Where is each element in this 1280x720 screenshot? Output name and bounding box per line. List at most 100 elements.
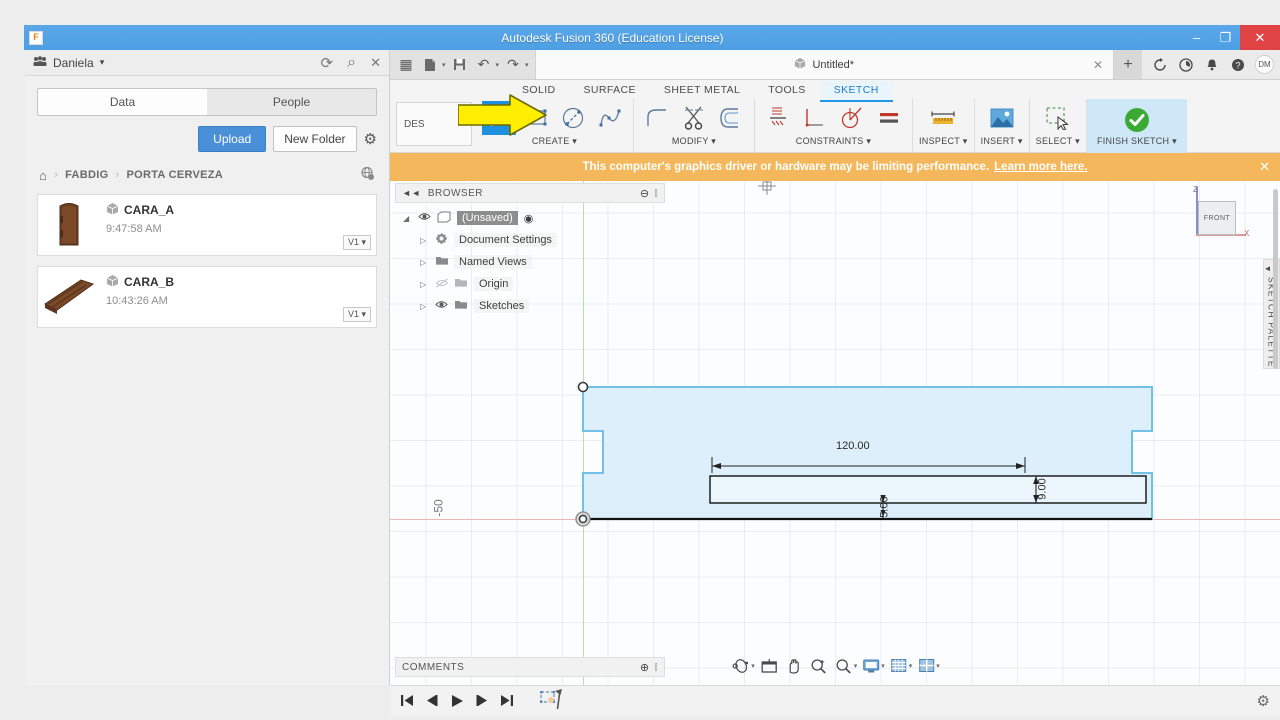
gear-icon[interactable]: ⚙ bbox=[1257, 692, 1270, 710]
activate-radio-icon[interactable]: ◉ bbox=[524, 212, 534, 225]
save-icon[interactable] bbox=[450, 55, 470, 75]
chevron-down-icon[interactable]: ▾ bbox=[751, 662, 755, 670]
select-tool[interactable] bbox=[1041, 101, 1075, 135]
dimension-width[interactable]: 120.00 bbox=[836, 440, 870, 452]
timeline-go-to-end[interactable] bbox=[500, 693, 514, 709]
visibility-icon[interactable] bbox=[418, 212, 431, 224]
timeline-go-to-beginning[interactable] bbox=[400, 693, 414, 709]
timeline-sketch-feature[interactable] bbox=[539, 688, 565, 712]
timeline-play[interactable] bbox=[450, 693, 464, 709]
chevron-down-icon[interactable]: ▾ bbox=[881, 662, 885, 670]
ribbon-group-label-constraints[interactable]: CONSTRAINTS ▾ bbox=[796, 136, 871, 147]
refresh-icon[interactable] bbox=[1148, 53, 1172, 77]
grid-snaps-icon[interactable] bbox=[888, 655, 910, 677]
chevron-down-icon[interactable]: ▾ bbox=[909, 662, 913, 670]
zoom-icon[interactable] bbox=[833, 655, 855, 677]
minimize-button[interactable]: – bbox=[1182, 25, 1211, 50]
list-item[interactable]: CARA_B 10:43:26 AM V1 ▾ bbox=[37, 266, 377, 328]
tab-data[interactable]: Data bbox=[38, 89, 207, 115]
close-icon[interactable]: ✕ bbox=[1259, 159, 1270, 175]
visibility-icon[interactable] bbox=[435, 300, 448, 312]
offset-tool[interactable] bbox=[714, 101, 748, 135]
tab-people[interactable]: People bbox=[207, 89, 376, 115]
dimension-offset[interactable]: 5.00 bbox=[879, 496, 891, 517]
minimize-icon[interactable]: ⊖ bbox=[640, 187, 650, 200]
viewports-icon[interactable] bbox=[915, 655, 937, 677]
ribbon-group-label-inspect[interactable]: INSPECT ▾ bbox=[919, 136, 968, 147]
resize-handle[interactable]: ⫿ bbox=[655, 662, 658, 673]
redo-icon[interactable]: ↷ bbox=[503, 55, 523, 75]
document-tab[interactable]: Untitled* ✕ bbox=[534, 50, 1114, 79]
home-icon[interactable]: ⌂ bbox=[39, 168, 47, 183]
look-at-icon[interactable] bbox=[758, 655, 780, 677]
dimension-height[interactable]: 9.00 bbox=[1037, 478, 1049, 499]
timeline-step-back[interactable] bbox=[425, 693, 439, 709]
chevron-down-icon[interactable]: ▾ bbox=[936, 662, 940, 670]
sketch-canvas[interactable]: 120.00 9.00 5.00 -50 ◄◄ BROWSER ⊖ ⫿ ◢ (U… bbox=[390, 181, 1280, 685]
chevron-down-icon[interactable]: ▾ bbox=[496, 61, 500, 69]
ribbon-group-label-select[interactable]: SELECT ▾ bbox=[1036, 136, 1080, 147]
collapse-icon[interactable]: ◄◄ bbox=[402, 188, 421, 198]
tree-node-origin[interactable]: ▷ Origin bbox=[403, 273, 665, 295]
orbit-icon[interactable] bbox=[730, 655, 752, 677]
tree-node-sketches[interactable]: ▷ Sketches bbox=[403, 295, 665, 317]
resize-handle[interactable]: ⫿ bbox=[655, 188, 658, 199]
ribbon-group-label-modify[interactable]: MODIFY ▾ bbox=[672, 136, 716, 147]
tree-node-named-views[interactable]: ▷ Named Views bbox=[403, 251, 665, 273]
fillet-tool[interactable] bbox=[640, 101, 674, 135]
tree-node-unsaved[interactable]: ◢ (Unsaved) ◉ bbox=[403, 207, 665, 229]
list-item[interactable]: CARA_A 9:47:58 AM V1 ▾ bbox=[37, 194, 377, 256]
avatar[interactable]: DM bbox=[1255, 55, 1274, 74]
visibility-off-icon[interactable] bbox=[435, 278, 449, 291]
refresh-icon[interactable]: ⟳ bbox=[321, 54, 334, 72]
undo-icon[interactable]: ↶ bbox=[474, 55, 494, 75]
tangent-constraint[interactable] bbox=[835, 101, 869, 135]
new-folder-button[interactable]: New Folder bbox=[273, 126, 357, 152]
expander-icon[interactable]: ▷ bbox=[420, 236, 429, 245]
trim-tool[interactable] bbox=[677, 101, 711, 135]
tree-node-document-settings[interactable]: ▷ Document Settings bbox=[403, 229, 665, 251]
finish-sketch-button[interactable]: FINISH SKETCH ▾ bbox=[1086, 99, 1187, 153]
pan-icon[interactable] bbox=[783, 655, 805, 677]
add-comment-icon[interactable]: ⊕ bbox=[640, 661, 650, 674]
version-badge[interactable]: V1 ▾ bbox=[342, 307, 371, 322]
chevron-down-icon[interactable]: ▾ bbox=[525, 61, 529, 69]
expander-icon[interactable]: ▷ bbox=[420, 258, 429, 267]
ribbon-group-label-create[interactable]: CREATE ▾ bbox=[532, 136, 577, 147]
gear-icon[interactable]: ⚙ bbox=[364, 130, 377, 148]
new-tab-button[interactable]: + bbox=[1114, 50, 1142, 79]
mirror-constraint[interactable] bbox=[761, 101, 795, 135]
close-panel-icon[interactable]: ✕ bbox=[370, 55, 381, 71]
expander-icon[interactable]: ▷ bbox=[420, 302, 429, 311]
chevron-down-icon[interactable]: ▾ bbox=[442, 61, 446, 69]
user-menu[interactable]: Daniela ▾ bbox=[33, 56, 104, 70]
viewcube-face-front[interactable]: FRONT bbox=[1198, 201, 1236, 235]
expander-icon[interactable]: ▷ bbox=[420, 280, 429, 289]
search-icon[interactable]: ⌕ bbox=[347, 54, 356, 72]
breadcrumb-item-fabdig[interactable]: FABDIG bbox=[65, 169, 108, 181]
job-status-icon[interactable] bbox=[1174, 53, 1198, 77]
upload-button[interactable]: Upload bbox=[198, 126, 267, 152]
close-icon[interactable]: ✕ bbox=[1093, 58, 1103, 72]
circle-tool[interactable] bbox=[556, 101, 590, 135]
globe-icon[interactable] bbox=[360, 166, 375, 184]
comments-panel[interactable]: COMMENTS ⊕ ⫿ bbox=[395, 657, 665, 677]
timeline-step-forward[interactable] bbox=[475, 693, 489, 709]
close-button[interactable]: ✕ bbox=[1240, 25, 1280, 50]
learn-more-link[interactable]: Learn more here. bbox=[994, 161, 1087, 173]
app-grid-icon[interactable]: ▦ bbox=[396, 55, 416, 75]
chevron-down-icon[interactable]: ▾ bbox=[854, 662, 858, 670]
equal-constraint[interactable] bbox=[872, 101, 906, 135]
breadcrumb-item-porta-cerveza[interactable]: PORTA CERVEZA bbox=[126, 169, 223, 181]
canvas-scrollbar[interactable] bbox=[1273, 189, 1278, 369]
perpendicular-constraint[interactable] bbox=[798, 101, 832, 135]
expander-icon[interactable]: ◢ bbox=[403, 214, 412, 223]
help-icon[interactable]: ? bbox=[1226, 53, 1250, 77]
ribbon-group-label-insert[interactable]: INSERT ▾ bbox=[981, 136, 1023, 147]
file-menu-icon[interactable] bbox=[420, 55, 440, 75]
viewcube[interactable]: Z X FRONT bbox=[1182, 185, 1249, 247]
version-badge[interactable]: V1 ▾ bbox=[342, 235, 371, 250]
notifications-icon[interactable] bbox=[1200, 53, 1224, 77]
measure-tool[interactable] bbox=[926, 101, 960, 135]
insert-image-tool[interactable] bbox=[985, 101, 1019, 135]
